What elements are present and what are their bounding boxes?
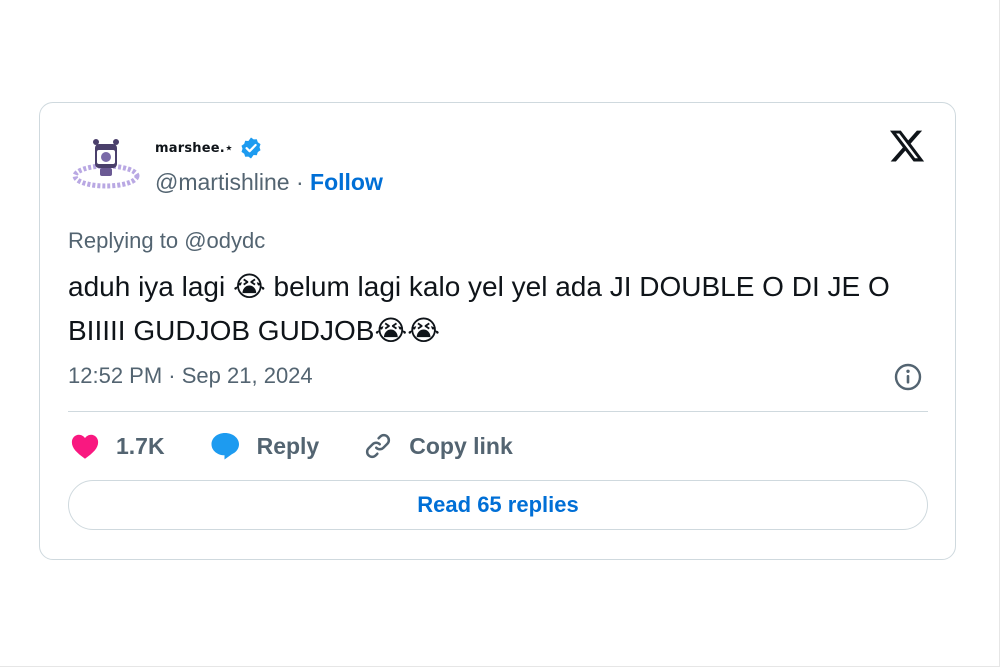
reply-button[interactable]: Reply <box>209 431 320 461</box>
x-logo-icon[interactable] <box>888 127 926 165</box>
handle-row: @martishline · Follow <box>155 169 383 196</box>
author-name-row: marshee.⋆ <box>155 133 263 163</box>
display-name[interactable]: marshee.⋆ <box>155 141 233 156</box>
replying-to-handle[interactable]: @odydc <box>184 228 265 253</box>
author-handle[interactable]: @martishline <box>155 169 290 195</box>
avatar[interactable] <box>70 128 142 200</box>
avatar-image <box>70 128 142 200</box>
page: marshee.⋆ @martishline · Follow Replying… <box>0 0 1000 667</box>
handle-separator: · <box>295 169 304 195</box>
replying-to-prefix: Replying to <box>68 228 179 253</box>
heart-icon <box>70 432 100 460</box>
tweet-timestamp[interactable]: 12:52 PM · Sep 21, 2024 <box>68 363 313 389</box>
copy-link-label: Copy link <box>409 432 513 459</box>
link-icon <box>363 431 393 461</box>
action-bar: 1.7K Reply Copy link <box>70 428 557 464</box>
speech-bubble-icon <box>209 431 241 461</box>
follow-button[interactable]: Follow <box>310 169 383 195</box>
tweet-time: 12:52 PM <box>68 363 163 388</box>
info-icon[interactable] <box>893 362 923 392</box>
verified-badge-icon <box>239 136 263 160</box>
read-replies-button[interactable]: Read 65 replies <box>68 480 928 530</box>
replying-to: Replying to @odydc <box>68 228 265 254</box>
like-button[interactable]: 1.7K <box>70 432 165 460</box>
copy-link-button[interactable]: Copy link <box>363 431 513 461</box>
tweet-date: Sep 21, 2024 <box>181 363 313 388</box>
reply-label: Reply <box>256 432 320 459</box>
divider <box>68 411 928 412</box>
like-count: 1.7K <box>116 432 165 459</box>
tweet-card: marshee.⋆ @martishline · Follow Replying… <box>39 102 956 560</box>
tweet-text: aduh iya lagi 😭 belum lagi kalo yel yel … <box>68 271 890 346</box>
timestamp-separator: · <box>168 363 176 388</box>
